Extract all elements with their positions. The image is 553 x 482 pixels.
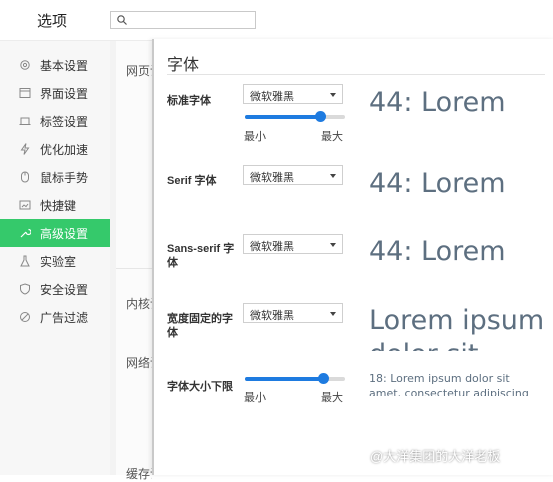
sidebar-item-label: 标签设置	[40, 114, 89, 129]
serif-font-preview: 44: Lorem	[369, 168, 506, 199]
serif-font-label: Serif 字体	[167, 175, 217, 187]
sans-serif-font-preview: 44: Lorem	[369, 236, 506, 267]
sidebar-item-label: 界面设置	[40, 86, 89, 101]
shield-icon	[18, 282, 32, 296]
standard-font-select[interactable]: 微软雅黑	[243, 84, 343, 104]
slider-fill	[245, 115, 320, 119]
tab-icon	[18, 114, 32, 128]
sidebar-item-label: 实验室	[40, 254, 77, 269]
standard-font-label: 标准字体	[167, 95, 211, 107]
watermark: @大洋集团的大洋老板	[370, 449, 501, 464]
sidebar-item-adblock[interactable]: 广告过滤	[0, 303, 110, 331]
fixed-font-select[interactable]: 微软雅黑	[243, 303, 343, 323]
chevron-down-icon	[330, 312, 336, 316]
slider-min-label: 最小	[244, 392, 266, 404]
sidebar-item-advanced[interactable]: 高级设置	[0, 219, 110, 247]
slider-max-label: 最大	[321, 131, 343, 143]
section-label-kernel: 内核设置	[126, 297, 152, 311]
slider-thumb[interactable]	[315, 111, 326, 122]
slider-thumb[interactable]	[318, 373, 329, 384]
section-label-network: 网络设置	[126, 356, 152, 370]
sidebar-item-lab[interactable]: 实验室	[0, 247, 110, 275]
font-size-slider[interactable]	[245, 111, 345, 123]
lightning-icon	[18, 142, 32, 156]
min-size-preview-clip: 18: Lorem ipsum dolor sit amet, consecte…	[369, 372, 553, 396]
search-box[interactable]	[110, 11, 256, 29]
sidebar-item-security[interactable]: 安全设置	[0, 275, 110, 303]
select-value: 微软雅黑	[250, 172, 294, 184]
sidebar-item-interface[interactable]: 界面设置	[0, 79, 110, 107]
section-label-web: 网页设置	[126, 64, 152, 78]
sidebar-item-label: 优化加速	[40, 142, 89, 157]
sidebar-item-speed[interactable]: 优化加速	[0, 135, 110, 163]
select-value: 微软雅黑	[250, 91, 294, 103]
wrench-icon	[18, 226, 32, 240]
select-value: 微软雅黑	[250, 310, 294, 322]
sidebar-item-basic[interactable]: 基本设置	[0, 51, 110, 79]
sidebar-item-label: 高级设置	[40, 226, 89, 241]
sidebar: 基本设置 界面设置 标签设置 优化加速 鼠标手势 快捷键 高级设置 实验室 安全…	[0, 41, 110, 475]
min-size-preview-cut: amet, consectetur adipiscing	[369, 387, 529, 396]
sans-serif-font-label: Sans-serif 字体	[167, 243, 235, 269]
sidebar-item-label: 基本设置	[40, 58, 89, 73]
sidebar-item-label: 快捷键	[40, 198, 77, 213]
fixed-font-label: 宽度固定的字体	[167, 313, 233, 339]
sans-serif-font-select[interactable]: 微软雅黑	[243, 234, 343, 254]
divider	[116, 268, 156, 269]
slider-min-label: 最小	[244, 131, 266, 143]
sidebar-item-label: 广告过滤	[40, 310, 89, 325]
chevron-down-icon	[330, 174, 336, 178]
search-input[interactable]	[129, 12, 249, 26]
slider-max-label: 最大	[321, 392, 343, 404]
sidebar-item-label: 鼠标手势	[40, 170, 89, 185]
sidebar-item-label: 安全设置	[40, 282, 89, 297]
sidebar-item-shortcuts[interactable]: 快捷键	[0, 191, 110, 219]
min-size-label: 字体大小下限	[167, 381, 233, 393]
dialog-title: 字体	[167, 57, 200, 74]
gear-icon	[18, 58, 32, 72]
select-value: 微软雅黑	[250, 241, 294, 253]
flask-icon	[18, 254, 32, 268]
fixed-preview-clip: Lorem ipsum dolor sit	[369, 301, 553, 351]
fixed-font-preview: Lorem ipsum	[369, 305, 545, 336]
settings-column	[116, 41, 156, 475]
mouse-icon	[18, 170, 32, 184]
window-icon	[18, 86, 32, 100]
standard-font-preview: 44: Lorem	[369, 87, 506, 118]
min-size-preview: 18: Lorem ipsum dolor sit	[369, 372, 510, 385]
app-title: 选项	[37, 13, 68, 30]
block-icon	[18, 310, 32, 324]
min-size-slider[interactable]	[245, 373, 345, 385]
slider-fill	[245, 377, 323, 381]
section-label-cache: 缓存设置	[126, 467, 152, 481]
chevron-down-icon	[330, 243, 336, 247]
keyboard-icon	[18, 198, 32, 212]
search-icon	[117, 15, 127, 25]
sidebar-item-tabs[interactable]: 标签设置	[0, 107, 110, 135]
font-dialog: 字体 标准字体 微软雅黑 最小 最大 44: Lorem Serif 字体 微软…	[152, 39, 553, 475]
chevron-down-icon	[330, 93, 336, 97]
title-bar: 选项	[0, 0, 553, 41]
divider	[167, 74, 545, 75]
sidebar-item-mouse[interactable]: 鼠标手势	[0, 163, 110, 191]
fixed-font-preview-cut: dolor sit	[369, 339, 479, 351]
serif-font-select[interactable]: 微软雅黑	[243, 165, 343, 185]
